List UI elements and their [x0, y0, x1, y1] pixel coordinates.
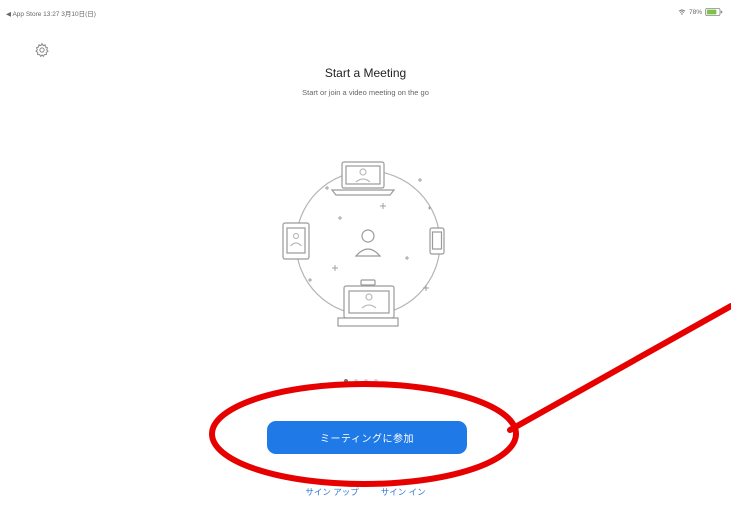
conference-display-icon: [337, 279, 399, 327]
battery-icon: [705, 8, 723, 16]
status-bar-left: ◀ App Store 13:27 3月10日(日): [6, 11, 96, 18]
page-indicator-dot[interactable]: [344, 379, 348, 383]
auth-links: サイン アップ サイン イン: [0, 486, 731, 498]
phone-icon: [429, 227, 445, 255]
meeting-devices-illustration: [282, 161, 445, 327]
battery-percentage: 78%: [688, 8, 702, 16]
annotation-arrow-line: [507, 303, 731, 433]
page-indicator: [344, 378, 388, 384]
page-title: Start a Meeting: [324, 66, 407, 80]
sign-up-link[interactable]: サイン アップ: [305, 486, 358, 498]
join-meeting-button[interactable]: ミーティングに参加: [267, 421, 467, 454]
user-icon: [354, 229, 382, 257]
zoom-start-screen: ◀ App Store 13:27 3月10日(日) 78% Start a M…: [0, 0, 731, 525]
page-indicator-dot[interactable]: [354, 379, 358, 383]
tablet-icon: [282, 222, 310, 260]
sign-in-link[interactable]: サイン イン: [381, 486, 426, 498]
status-bar-right: 78%: [678, 8, 723, 16]
page-indicator-dot[interactable]: [364, 379, 368, 383]
wifi-icon: [678, 9, 686, 15]
page-subtitle: Start or join a video meeting on the go: [302, 88, 429, 97]
gear-icon[interactable]: [34, 42, 50, 58]
page-indicator-dot[interactable]: [374, 379, 378, 383]
laptop-icon: [330, 161, 396, 196]
